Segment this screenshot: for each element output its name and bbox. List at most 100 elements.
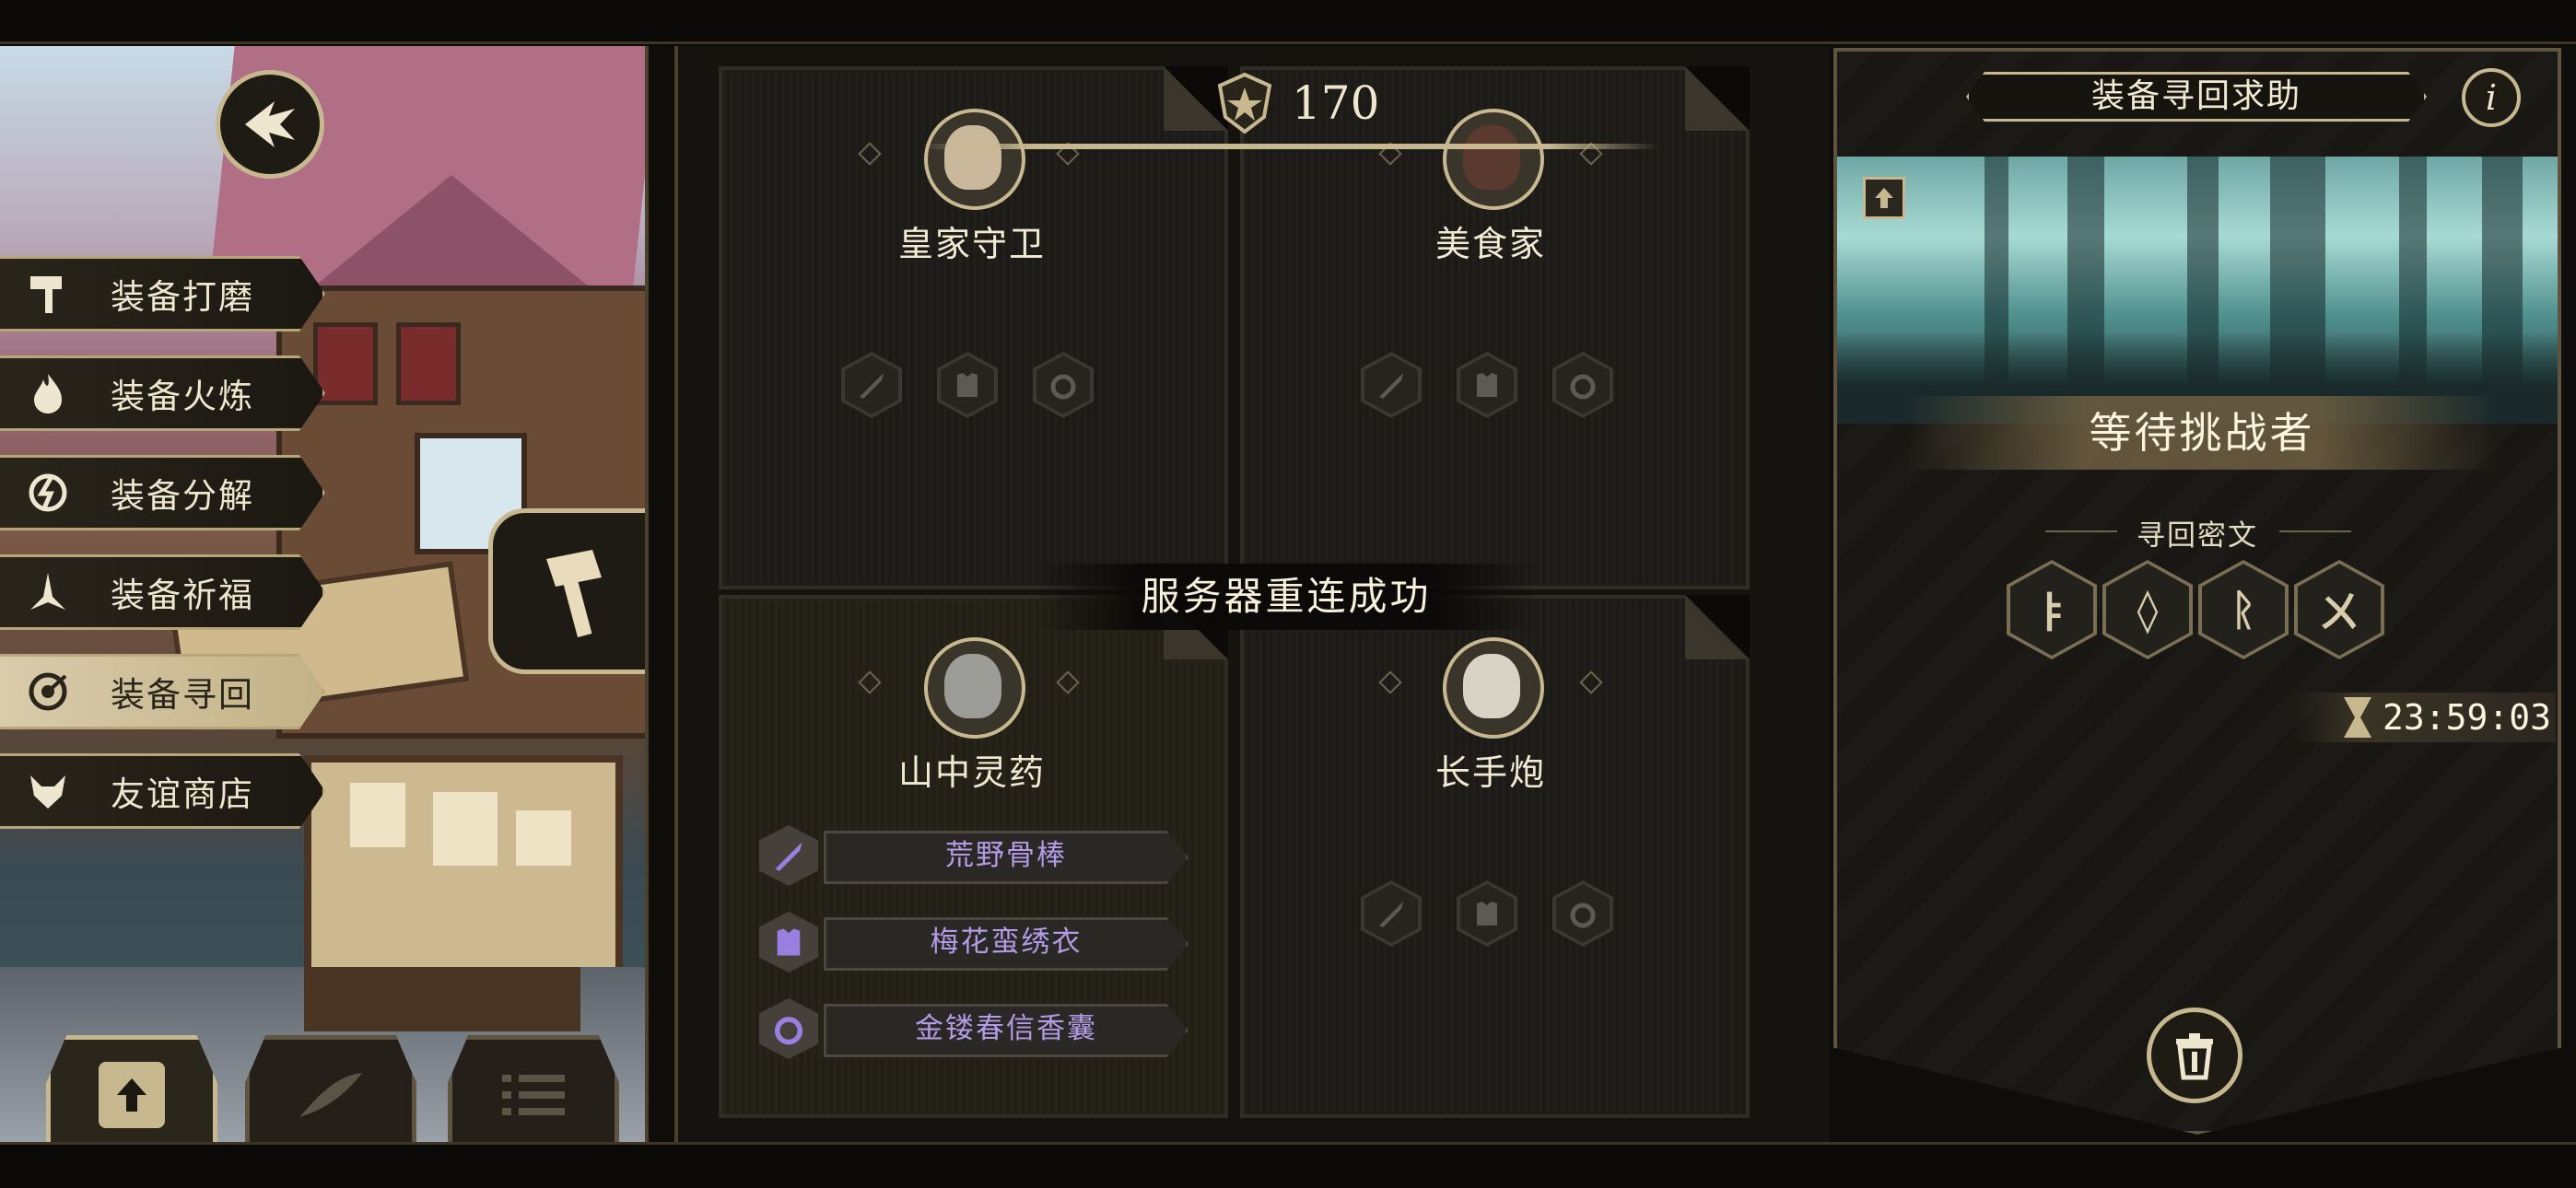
accessory-slot[interactable] xyxy=(1552,352,1613,418)
info-button[interactable]: i xyxy=(2462,68,2521,127)
item-name: 金镂春信香囊 xyxy=(824,1004,1188,1057)
upload-icon xyxy=(99,1062,165,1128)
item-name: 梅花蛮绣衣 xyxy=(824,917,1188,971)
character-name: 美食家 xyxy=(1434,224,1546,264)
top-frame xyxy=(0,0,2576,44)
menu-label: 装备分解 xyxy=(111,476,254,516)
hammer-icon xyxy=(545,550,602,638)
armor-slot[interactable] xyxy=(937,352,998,418)
mountain-herb-portrait xyxy=(944,654,1001,718)
armor-icon xyxy=(1460,355,1514,414)
building-window xyxy=(396,322,461,405)
back-button[interactable] xyxy=(216,70,324,179)
armor-slot[interactable] xyxy=(1457,880,1517,947)
score-counter: 170 xyxy=(1216,66,1382,140)
weapon-slot[interactable] xyxy=(841,352,902,418)
accessory-slot[interactable] xyxy=(1033,352,1094,418)
gourmet-portrait xyxy=(1463,125,1520,190)
ring-icon xyxy=(1556,884,1610,943)
menu-item-disassemble[interactable]: 装备分解 xyxy=(0,455,325,530)
avatar xyxy=(1443,109,1544,210)
card-corner xyxy=(1685,595,1750,659)
notice-paper xyxy=(516,810,571,866)
long-arm-cannon-portrait xyxy=(1463,654,1520,718)
rune-glyph: ㅑ xyxy=(2032,588,2072,637)
score-value: 170 xyxy=(1292,76,1380,130)
menu-item-friend-shop[interactable]: 友谊商店 xyxy=(0,753,325,829)
delete-button[interactable] xyxy=(2147,1007,2242,1103)
menu-label: 装备火炼 xyxy=(111,377,254,416)
cipher-label: 寻回密文 xyxy=(2137,519,2258,553)
fox-icon xyxy=(20,763,76,819)
menu-item-pray[interactable]: 装备祈福 xyxy=(0,554,325,630)
armor-icon xyxy=(759,912,818,973)
trash-icon xyxy=(2176,1033,2213,1080)
bottom-frame xyxy=(0,1142,2576,1188)
equipment-slots xyxy=(1361,352,1613,418)
upload-icon xyxy=(1875,188,1893,208)
equipment-tool-button[interactable] xyxy=(488,508,663,674)
panel-divider xyxy=(645,46,678,1142)
avatar xyxy=(924,109,1025,210)
list-icon xyxy=(502,1075,565,1115)
rune-glyph: ᚱ xyxy=(2231,585,2256,635)
ring-icon xyxy=(1556,355,1610,414)
royal-guard-portrait xyxy=(944,125,1001,190)
forest-scene xyxy=(1837,157,2558,424)
upload-mini-button[interactable] xyxy=(1863,177,1905,219)
accessory-slot[interactable] xyxy=(1552,880,1613,947)
rune-glyph: ◊ xyxy=(2137,585,2159,635)
menu-item-polish[interactable]: 装备打磨 xyxy=(0,256,325,332)
target-icon xyxy=(20,664,76,719)
equipment-slots xyxy=(1361,880,1613,947)
equipped-item[interactable]: 荒野骨棒 xyxy=(759,825,1188,886)
countdown-timer: 23:59:03 xyxy=(2294,693,2556,742)
ring-icon xyxy=(759,998,818,1059)
pray-icon xyxy=(20,565,76,620)
armor-slot[interactable] xyxy=(1457,352,1517,418)
crate xyxy=(304,967,580,1031)
character-name: 山中灵药 xyxy=(897,752,1046,793)
character-name: 皇家守卫 xyxy=(897,224,1046,264)
menu-label: 装备祈福 xyxy=(111,576,254,615)
avatar xyxy=(1443,637,1544,739)
timer-value: 23:59:03 xyxy=(2383,697,2552,738)
character-name: 长手炮 xyxy=(1434,752,1546,793)
info-icon: i xyxy=(2485,77,2498,118)
weapon-slot[interactable] xyxy=(1361,352,1422,418)
sword-icon xyxy=(845,355,898,414)
sword-icon xyxy=(1364,355,1418,414)
sword-icon xyxy=(1364,884,1418,943)
menu-label: 装备打磨 xyxy=(111,277,254,317)
avatar xyxy=(924,637,1025,739)
equipped-item[interactable]: 金镂春信香囊 xyxy=(759,998,1188,1059)
guild-crest-icon xyxy=(1217,73,1272,134)
armor-icon xyxy=(941,355,994,414)
disassemble-icon xyxy=(20,465,76,520)
weapon-slot[interactable] xyxy=(1361,880,1422,947)
divider-line xyxy=(2279,530,2351,532)
menu-label: 装备寻回 xyxy=(111,675,254,715)
notice-paper xyxy=(433,792,498,866)
sword-icon xyxy=(759,825,818,886)
feather-button[interactable] xyxy=(245,1035,416,1155)
armor-icon xyxy=(1460,884,1514,943)
reconnect-toast: 服务器重连成功 xyxy=(1037,564,1535,630)
notice-paper xyxy=(350,783,405,847)
equipped-item[interactable]: 梅花蛮绣衣 xyxy=(759,912,1188,973)
score-divider xyxy=(921,144,1658,149)
feather-icon xyxy=(299,1073,362,1117)
panel-title: 装备寻回求助 xyxy=(1966,72,2427,122)
status-banner: 等待挑战者 xyxy=(1907,396,2497,470)
hammer-icon xyxy=(20,266,76,321)
rune-glyph: ㄨ xyxy=(2318,588,2360,637)
menu-item-retrieve[interactable]: 装备寻回 xyxy=(0,654,325,729)
menu-item-forge[interactable]: 装备火炼 xyxy=(0,355,325,431)
card-corner xyxy=(1685,66,1750,131)
hourglass-icon xyxy=(2344,697,2371,738)
upload-button[interactable] xyxy=(46,1035,217,1155)
list-button[interactable] xyxy=(448,1035,619,1155)
ring-icon xyxy=(1036,355,1090,414)
equipment-slots xyxy=(841,352,1094,418)
item-name: 荒野骨棒 xyxy=(824,831,1188,884)
